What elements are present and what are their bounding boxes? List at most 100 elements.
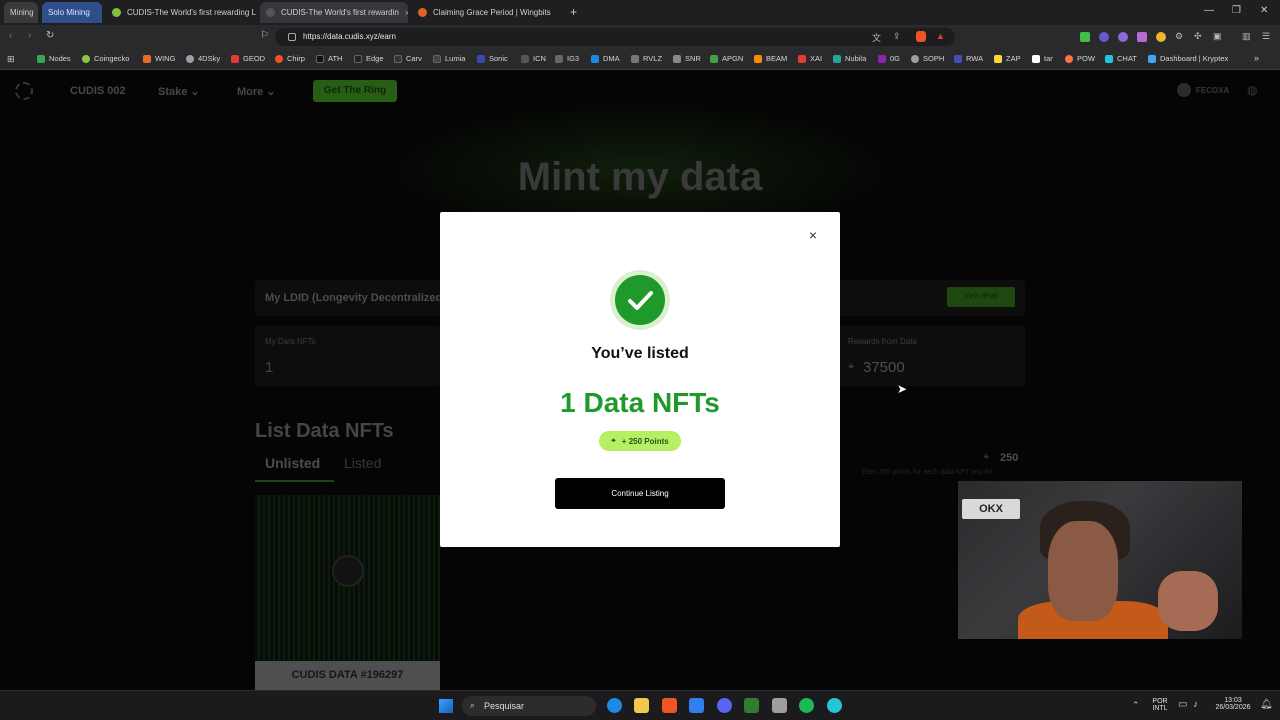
wallet-icon[interactable]: ▣ — [1213, 31, 1222, 42]
apps-grid-icon[interactable]: ⊞ — [7, 54, 15, 65]
url-field[interactable]: https://data.cudis.xyz/earn — [275, 28, 955, 46]
bookmark-icn[interactable]: ICN — [521, 54, 546, 63]
continue-listing-button[interactable]: Continue Listing — [555, 478, 725, 509]
spotify-icon[interactable] — [799, 698, 814, 713]
bookmark-edge[interactable]: Edge — [354, 54, 384, 63]
bookmark-sonic[interactable]: Sonic — [477, 54, 508, 63]
bookmark-chirp[interactable]: Chirp — [275, 54, 305, 63]
bookmark-label: Dashboard | Kryptex — [1160, 54, 1229, 63]
bookmark-label: RVLZ — [643, 54, 663, 63]
tab-group-mining[interactable]: Mining — [4, 2, 38, 23]
bookmark-label: Edge — [366, 54, 384, 63]
volume-icon[interactable]: ♪ — [1193, 699, 1198, 710]
network-icon[interactable]: ▭ — [1178, 699, 1187, 710]
brave-browser-icon[interactable] — [662, 698, 677, 713]
bookmark-xai[interactable]: XAI — [798, 54, 822, 63]
bookmark-pow[interactable]: POW — [1065, 54, 1095, 63]
bookmark-label: BEAM — [766, 54, 788, 63]
bookmark-0g[interactable]: 0G — [878, 54, 900, 63]
language-indicator[interactable]: POR INTL — [1150, 698, 1170, 712]
bookmark-nubila[interactable]: Nubila — [833, 54, 866, 63]
search-icon: ⌕ — [470, 700, 476, 710]
brave-shield-icon[interactable] — [916, 31, 926, 42]
listing-success-modal: × You’ve listed 1 Data NFTs ⌖ + 250 Poin… — [440, 212, 840, 547]
bookmark-chat[interactable]: CHAT — [1105, 54, 1137, 63]
bookmark-label: CHAT — [1117, 54, 1137, 63]
clock-time: 13:03 — [1224, 697, 1242, 704]
bookmark-ig3[interactable]: IG3 — [555, 54, 579, 63]
close-window-button[interactable]: ✕ — [1260, 5, 1268, 16]
bookmark-apgn[interactable]: APGN — [710, 54, 743, 63]
points-text: + 250 Points — [621, 436, 669, 446]
bookmark-coingecko[interactable]: Coingecko — [82, 54, 129, 63]
bookmark-carv[interactable]: Carv — [394, 54, 422, 63]
bookmark-rwa[interactable]: RWA — [954, 54, 983, 63]
calculator-icon[interactable] — [772, 698, 787, 713]
puzzle-icon[interactable]: ✣ — [1194, 31, 1202, 42]
forward-icon[interactable]: › — [28, 30, 31, 41]
app-icon[interactable] — [827, 698, 842, 713]
bookmark-icon[interactable]: ⚐ — [260, 30, 269, 41]
bookmark-label: GEOD — [243, 54, 266, 63]
reload-icon[interactable]: ↻ — [46, 30, 54, 41]
bookmark-label: Carv — [406, 54, 422, 63]
bookmark-beam[interactable]: BEAM — [754, 54, 787, 63]
bookmark-wing[interactable]: WING — [143, 54, 175, 63]
file-explorer-icon[interactable] — [634, 698, 649, 713]
brave-rewards-icon[interactable]: ▲ — [936, 31, 945, 41]
maximize-button[interactable]: ❐ — [1232, 5, 1241, 16]
site-info-icon[interactable] — [288, 33, 296, 41]
bookmark-nodes[interactable]: Nodes — [37, 54, 71, 63]
tab-close-icon[interactable]: × — [399, 8, 408, 18]
bookmark-label: ICN — [533, 54, 546, 63]
bookmark-4dsky[interactable]: 4DSky — [186, 54, 220, 63]
tab-label: CUDIS-The World's first rewardin — [281, 8, 399, 17]
notification-bell-icon[interactable]: 🔔︎ — [1260, 699, 1273, 710]
tab-group-solo-mining[interactable]: Solo Mining — [42, 2, 102, 23]
back-icon[interactable]: ‹ — [9, 30, 12, 41]
extension-icon[interactable] — [1099, 32, 1109, 42]
minimize-button[interactable]: — — [1204, 5, 1214, 16]
chevron-up-icon[interactable]: ⌃ — [1132, 700, 1140, 711]
ig3-icon — [555, 54, 563, 63]
bookmark-rvlz[interactable]: RVLZ — [631, 54, 662, 63]
bookmark-lumia[interactable]: Lumia — [433, 54, 465, 63]
new-tab-button[interactable]: + — [570, 5, 577, 19]
sidebar-icon[interactable]: ▥ — [1242, 31, 1251, 42]
edge-browser-icon[interactable] — [607, 698, 622, 713]
bookmark-tar[interactable]: tar — [1032, 54, 1053, 63]
discord-icon[interactable] — [717, 698, 732, 713]
bookmark-snr[interactable]: SNR — [673, 54, 701, 63]
clock[interactable]: 13:03 26/03/2026 — [1210, 697, 1256, 711]
tab-cudis-1[interactable]: CUDIS-The World's first rewarding Lo — [106, 2, 256, 23]
bookmark-soph[interactable]: SOPH — [911, 54, 944, 63]
translate-icon[interactable]: 文 — [872, 31, 881, 44]
share-icon[interactable]: ⇪ — [893, 31, 901, 42]
rvlz-icon — [631, 54, 639, 63]
tab-cudis-active[interactable]: CUDIS-The World's first rewardin × — [260, 2, 408, 23]
bookmark-zap[interactable]: ZAP — [994, 54, 1021, 63]
points-icon: ⌖ — [611, 436, 616, 445]
sonic-icon — [477, 54, 485, 63]
extension-icon[interactable] — [1156, 32, 1166, 42]
close-icon[interactable]: × — [804, 226, 822, 244]
taskbar-search[interactable]: ⌕ Pesquisar — [462, 696, 596, 716]
windows-start-icon[interactable] — [439, 699, 453, 713]
tab-wingbits[interactable]: Claiming Grace Period | Wingbits — [412, 2, 562, 23]
more-bookmarks-icon[interactable]: » — [1254, 53, 1259, 63]
notepad-icon[interactable] — [689, 698, 704, 713]
extension-icon[interactable] — [1137, 32, 1147, 42]
snr-icon — [673, 54, 681, 63]
person-face — [1048, 521, 1118, 621]
extension-icon[interactable] — [1080, 32, 1090, 42]
extension-icon[interactable] — [1118, 32, 1128, 42]
gear-icon[interactable]: ⚙ — [1175, 31, 1183, 42]
sheets-icon[interactable] — [744, 698, 759, 713]
menu-icon[interactable]: ☰ — [1262, 31, 1270, 42]
bookmark-geod[interactable]: GEOD — [231, 54, 265, 63]
bookmark-kryptex[interactable]: Dashboard | Kryptex — [1148, 54, 1228, 63]
cudis-favicon-icon — [112, 8, 121, 17]
bookmark-dma[interactable]: DMA — [591, 54, 620, 63]
bookmark-ath[interactable]: ATH — [316, 54, 342, 63]
bookmark-label: Coingecko — [94, 54, 130, 63]
